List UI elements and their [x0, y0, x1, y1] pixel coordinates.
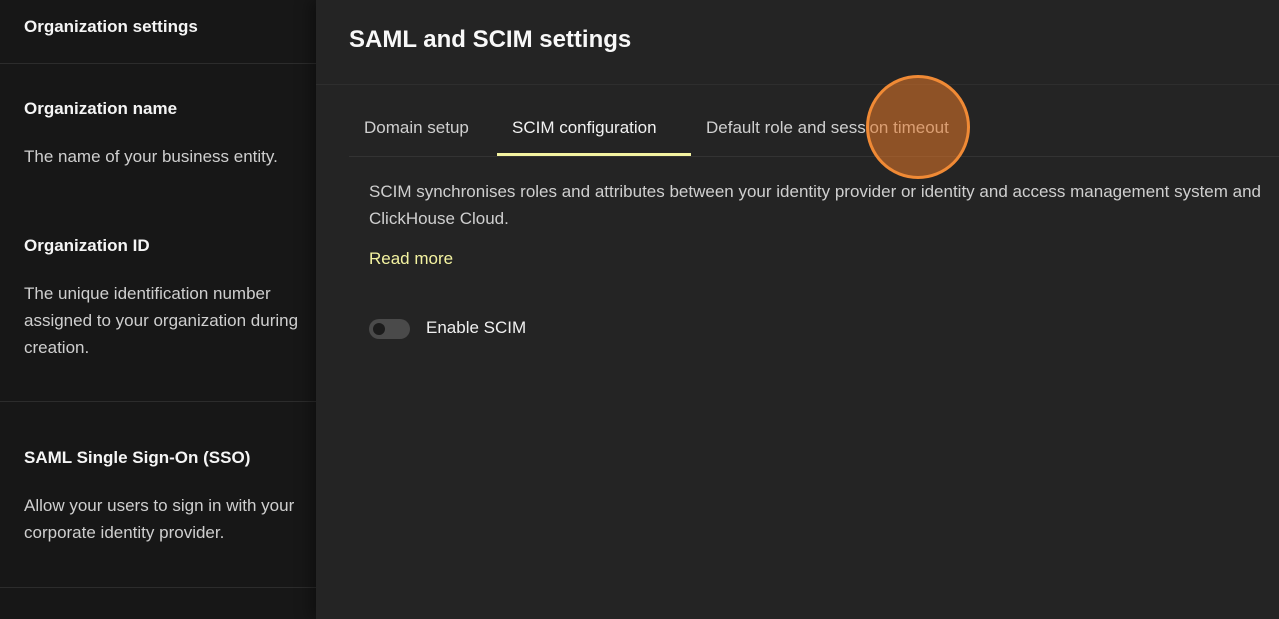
toggle-knob — [373, 323, 385, 335]
organization-id-title: Organization ID — [24, 236, 150, 255]
read-more-link[interactable]: Read more — [369, 249, 453, 269]
panel-title: SAML and SCIM settings — [349, 26, 632, 53]
settings-tabs: Domain setup SCIM configuration Default … — [349, 108, 1279, 157]
organization-name-title: Organization name — [24, 99, 178, 118]
scim-description: SCIM synchronises roles and attributes b… — [369, 182, 1262, 228]
tab-domain-setup[interactable]: Domain setup — [364, 118, 469, 138]
saml-scim-settings-panel: SAML and SCIM settings Domain setup SCIM… — [316, 0, 1279, 619]
enable-scim-label: Enable SCIM — [426, 318, 527, 337]
tab-default-role-session-timeout[interactable]: Default role and session timeout — [706, 118, 949, 138]
enable-scim-toggle[interactable] — [369, 319, 410, 339]
tab-scim-configuration[interactable]: SCIM configuration — [512, 118, 657, 138]
divider — [0, 587, 316, 588]
organization-name-description: The name of your business entity. — [24, 147, 278, 166]
divider — [0, 401, 316, 402]
saml-sso-description: Allow your users to sign in with your co… — [24, 496, 295, 542]
saml-sso-title: SAML Single Sign-On (SSO) — [24, 448, 251, 467]
divider — [0, 63, 316, 64]
organization-settings-page: Organization settings Organization name … — [0, 0, 316, 619]
organization-id-description: The unique identification number assigne… — [24, 284, 299, 357]
header-divider — [316, 84, 1279, 85]
active-tab-indicator — [497, 153, 691, 156]
page-title: Organization settings — [24, 17, 198, 36]
